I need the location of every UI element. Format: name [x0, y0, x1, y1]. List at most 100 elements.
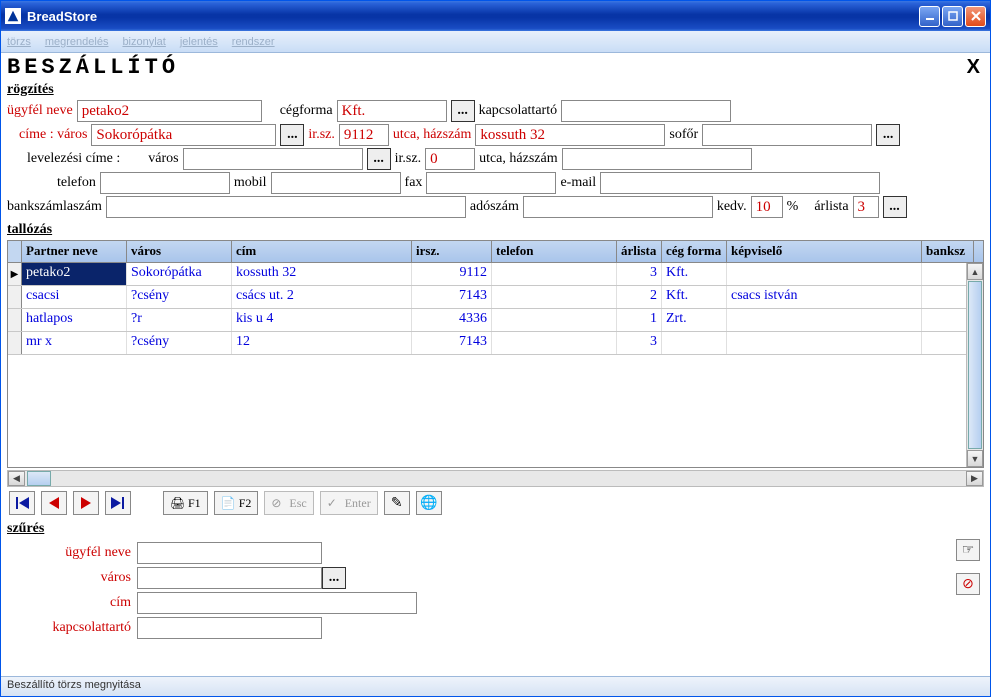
document-icon: 📄	[221, 496, 235, 510]
lookup-lev-varos-button[interactable]: ...	[367, 148, 391, 170]
filter-label-ugyfel: ügyfél neve	[7, 545, 137, 561]
lookup-varos-button[interactable]: ...	[280, 124, 304, 146]
nav-first-button[interactable]	[9, 491, 35, 515]
menu-jelentes[interactable]: jelentés	[180, 36, 218, 48]
vscroll-thumb[interactable]	[968, 281, 982, 449]
table-row[interactable]: csacsi?csénycsács ut. 271432Kft.csacs is…	[8, 286, 983, 309]
clear-icon: ⊘	[962, 576, 974, 593]
input-sofor[interactable]	[702, 124, 872, 146]
menu-torzs[interactable]: törzs	[7, 36, 31, 48]
input-cegforma[interactable]	[337, 100, 447, 122]
label-telefon: telefon	[57, 175, 96, 191]
col-cegforma[interactable]: cég forma	[662, 241, 727, 262]
nav-next-button[interactable]	[73, 491, 99, 515]
col-partner[interactable]: Partner neve	[22, 241, 127, 262]
col-banksz[interactable]: banksz	[922, 241, 974, 262]
hscroll-left[interactable]: ◀	[8, 471, 25, 486]
menu-rendszer[interactable]: rendszer	[232, 36, 275, 48]
input-lev-irsz[interactable]	[425, 148, 475, 170]
esc-button[interactable]: ⊘Esc	[264, 491, 313, 515]
menubar: törzs megrendelés bizonylat jelentés ren…	[1, 31, 990, 53]
input-ugyfel-neve[interactable]	[77, 100, 262, 122]
label-ugyfel-neve: ügyfél neve	[7, 103, 73, 119]
enter-button[interactable]: ✓Enter	[320, 491, 378, 515]
filter-lookup-varos-button[interactable]: ...	[322, 567, 346, 589]
vscroll-down[interactable]: ▼	[967, 450, 983, 467]
input-mobil[interactable]	[271, 172, 401, 194]
filter-label-varos: város	[7, 570, 137, 586]
menu-bizonylat[interactable]: bizonylat	[122, 36, 165, 48]
filter-input-cim[interactable]	[137, 592, 417, 614]
filter-input-ugyfel[interactable]	[137, 542, 322, 564]
input-email[interactable]	[600, 172, 880, 194]
nav-prev-button[interactable]	[41, 491, 67, 515]
section-szures: szűrés	[7, 521, 984, 537]
edit-button[interactable]: ✎	[384, 491, 410, 515]
filter-input-kapcs[interactable]	[137, 617, 322, 639]
f1-button[interactable]: 🖨F1	[163, 491, 208, 515]
input-varos[interactable]	[91, 124, 276, 146]
toolbar: 🖨F1 📄F2 ⊘Esc ✓Enter ✎ 🌐	[7, 487, 984, 519]
data-grid: Partner neve város cím irsz. telefon árl…	[7, 240, 984, 468]
cancel-icon: ⊘	[271, 496, 285, 510]
grid-hscroll[interactable]: ◀ ▶	[7, 470, 984, 487]
label-adoszam: adószám	[470, 199, 519, 215]
maximize-button[interactable]	[942, 6, 963, 27]
lookup-sofor-button[interactable]: ...	[876, 124, 900, 146]
input-utca[interactable]	[475, 124, 665, 146]
input-arlista[interactable]	[853, 196, 879, 218]
col-kepviselo[interactable]: képviselő	[727, 241, 922, 262]
input-fax[interactable]	[426, 172, 556, 194]
filter-area: ☞ ⊘ ügyfél neve város ... cím kapcsolatt…	[7, 537, 984, 644]
label-cegforma: cégforma	[280, 103, 333, 119]
filter-input-varos[interactable]	[137, 567, 322, 589]
row-indicator-icon: ▶	[11, 269, 19, 280]
close-button[interactable]	[965, 6, 986, 27]
filter-apply-button[interactable]: ☞	[956, 539, 980, 561]
input-lev-varos[interactable]	[183, 148, 363, 170]
titlebar: BreadStore	[1, 1, 990, 31]
lookup-arlista-button[interactable]: ...	[883, 196, 907, 218]
hscroll-right[interactable]: ▶	[966, 471, 983, 486]
f2-button[interactable]: 📄F2	[214, 491, 259, 515]
label-fax: fax	[405, 175, 423, 191]
minimize-button[interactable]	[919, 6, 940, 27]
page-close-button[interactable]: X	[967, 56, 984, 79]
input-kapcsolattarto[interactable]	[561, 100, 731, 122]
lookup-cegforma-button[interactable]: ...	[451, 100, 475, 122]
filter-clear-button[interactable]: ⊘	[956, 573, 980, 595]
page-title: BESZÁLLÍTÓ	[7, 55, 967, 80]
nav-last-button[interactable]	[105, 491, 131, 515]
hscroll-thumb[interactable]	[27, 471, 51, 486]
table-row[interactable]: ▶petako2Sokorópátkakossuth 3291123Kft.	[8, 263, 983, 286]
menu-megrendeles[interactable]: megrendelés	[45, 36, 109, 48]
col-arlista[interactable]: árlista	[617, 241, 662, 262]
hand-icon: ☞	[962, 542, 975, 559]
section-rogzites: rögzítés	[7, 82, 984, 98]
input-telefon[interactable]	[100, 172, 230, 194]
input-bankszam[interactable]	[106, 196, 466, 218]
col-telefon[interactable]: telefon	[492, 241, 617, 262]
label-kedv: kedv.	[717, 199, 747, 215]
table-row[interactable]: hatlapos?rkis u 443361Zrt.	[8, 309, 983, 332]
input-kedv[interactable]	[751, 196, 783, 218]
input-lev-utca[interactable]	[562, 148, 752, 170]
globe-button[interactable]: 🌐	[416, 491, 442, 515]
label-mobil: mobil	[234, 175, 267, 191]
label-kapcsolattarto: kapcsolattartó	[479, 103, 558, 119]
globe-icon: 🌐	[420, 495, 437, 512]
label-levelezesi: levelezési címe :	[27, 151, 120, 167]
col-varos[interactable]: város	[127, 241, 232, 262]
input-adoszam[interactable]	[523, 196, 713, 218]
col-irsz[interactable]: irsz.	[412, 241, 492, 262]
vscroll-up[interactable]: ▲	[967, 263, 983, 280]
input-irsz[interactable]	[339, 124, 389, 146]
label-lev-utca: utca, házszám	[479, 151, 558, 167]
label-sofor: sofőr	[669, 127, 698, 143]
label-arlista: árlista	[814, 199, 848, 215]
grid-vscroll[interactable]: ▲ ▼	[966, 263, 983, 467]
col-cim[interactable]: cím	[232, 241, 412, 262]
label-utca: utca, házszám	[393, 127, 472, 143]
window-title: BreadStore	[27, 9, 919, 24]
table-row[interactable]: mr x?csény1271433	[8, 332, 983, 355]
